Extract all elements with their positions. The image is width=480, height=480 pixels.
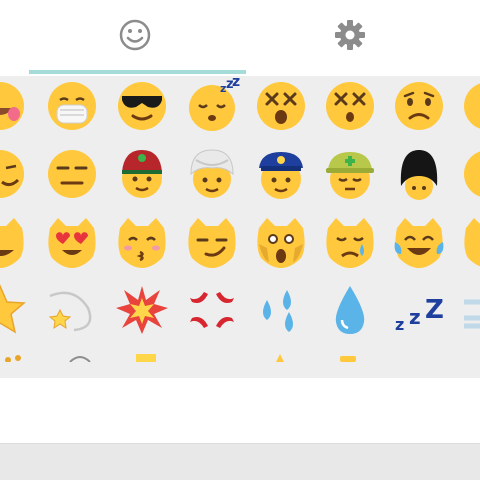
emoji-keyboard-tab-bar — [0, 0, 480, 76]
anger-icon[interactable] — [184, 282, 240, 338]
sleeping-face-icon[interactable]: zzz — [184, 78, 240, 134]
cat-partial-icon[interactable] — [0, 214, 28, 270]
collision-icon[interactable] — [114, 282, 170, 338]
guard-icon[interactable] — [391, 146, 447, 202]
keyboard-blank-area — [0, 378, 480, 443]
face-partial-icon[interactable] — [460, 146, 480, 202]
face-with-medical-mask-icon[interactable] — [44, 78, 100, 134]
droplet-icon[interactable] — [322, 282, 378, 338]
joy-cat-icon[interactable] — [391, 214, 447, 270]
partial-row-emoji — [124, 352, 180, 362]
kissing-cat-icon[interactable] — [114, 214, 170, 270]
partial-row-emoji — [264, 352, 320, 362]
star-icon[interactable] — [0, 282, 28, 338]
smiling-face-with-sunglasses-icon[interactable] — [114, 78, 170, 134]
emoji-grid[interactable]: zzz z z Z — [0, 76, 480, 378]
gear-icon — [335, 20, 365, 50]
bottom-bar — [0, 443, 480, 480]
svg-text:z: z — [409, 305, 421, 329]
dizzy-face-icon[interactable] — [253, 78, 309, 134]
smirk-cat-icon[interactable] — [184, 214, 240, 270]
dash-icon[interactable] — [460, 282, 480, 338]
selected-tab-indicator — [29, 70, 246, 74]
tab-emoji[interactable] — [100, 10, 170, 60]
face-partial-icon[interactable] — [0, 78, 28, 134]
heart-eyes-cat-icon[interactable] — [44, 214, 100, 270]
boy-with-cap-icon[interactable] — [114, 146, 170, 202]
weary-cat-icon[interactable] — [253, 214, 309, 270]
neutral-face-icon[interactable] — [44, 146, 100, 202]
face-partial-icon[interactable] — [0, 146, 28, 202]
crying-cat-icon[interactable] — [322, 214, 378, 270]
svg-text:z: z — [395, 315, 404, 334]
zzz-icon[interactable]: zzZ — [391, 282, 447, 338]
dizzy-face-icon[interactable] — [322, 78, 378, 134]
police-officer-icon[interactable] — [253, 146, 309, 202]
partial-row-emoji — [0, 352, 46, 362]
sweat-droplets-icon[interactable] — [253, 282, 309, 338]
construction-worker-icon[interactable] — [322, 146, 378, 202]
svg-text:z: z — [232, 78, 240, 90]
partial-row-emoji — [334, 352, 390, 362]
dizzy-icon[interactable] — [44, 282, 100, 338]
man-with-turban-icon[interactable] — [184, 146, 240, 202]
face-partial-icon[interactable] — [460, 78, 480, 134]
tab-settings[interactable] — [315, 10, 385, 60]
frowning-face-icon[interactable] — [391, 78, 447, 134]
partial-row-emoji — [56, 352, 112, 362]
smiley-outline-icon — [119, 19, 151, 51]
svg-text:Z: Z — [425, 295, 444, 325]
cat-partial-icon[interactable] — [460, 214, 480, 270]
